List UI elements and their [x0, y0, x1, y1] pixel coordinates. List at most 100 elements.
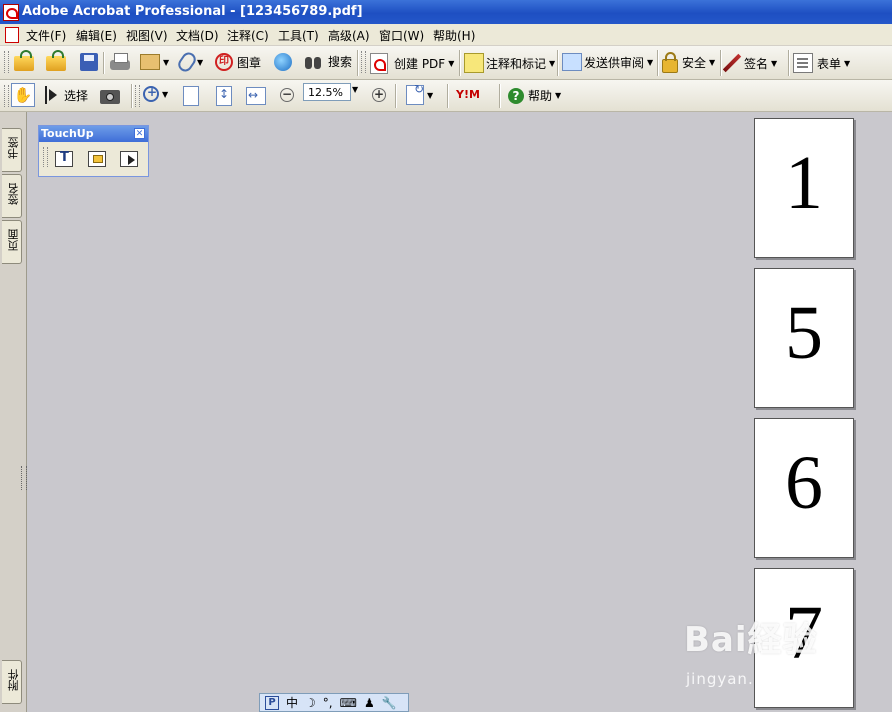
zoom-in-button[interactable]: + [372, 88, 386, 102]
toolbar-separator [131, 84, 133, 108]
comment-markup-button[interactable]: 注释和标记 ▼ [464, 53, 555, 73]
touchup-title[interactable]: TouchUp [39, 126, 148, 142]
toolbar-separator [657, 50, 659, 76]
toolbar-grip[interactable] [361, 51, 366, 73]
hand-icon: ✋ [11, 83, 35, 107]
page-thumbnail[interactable]: 5 [754, 268, 854, 408]
menu-help[interactable]: 帮助(H) [433, 27, 475, 44]
menu-file[interactable]: 文件(F) [26, 27, 66, 44]
acrobat-app-icon[interactable] [3, 4, 19, 21]
watermark-url: jingyan.baidu.com [686, 670, 842, 688]
fit-width-icon [246, 87, 266, 105]
zoom-dropdown-chevron-icon[interactable]: ▼ [352, 85, 358, 94]
open-button[interactable] [14, 50, 34, 71]
wrench-icon[interactable]: 🔧 [382, 696, 397, 710]
fit-page-button[interactable] [216, 86, 232, 106]
binoculars-icon [304, 54, 322, 70]
tab-signatures[interactable]: 签名 [2, 174, 22, 218]
toolbar-grip[interactable] [4, 85, 9, 107]
moon-icon[interactable]: ☽ [305, 696, 316, 710]
security-button[interactable]: 安全 ▼ [662, 52, 715, 73]
search-button[interactable]: 搜索 [304, 53, 352, 70]
zoom-level-input[interactable]: 12.5% [303, 83, 351, 101]
email-button[interactable]: ▼ [140, 54, 169, 70]
menu-edit[interactable]: 编辑(E) [76, 27, 117, 44]
comment-label: 注释和标记 [486, 56, 547, 71]
stamp-button[interactable]: 印图章 [215, 53, 261, 71]
toolbar-separator [447, 84, 449, 108]
toolbar-separator [459, 50, 461, 76]
chevron-down-icon: ▼ [647, 57, 654, 67]
paperclip-icon [175, 49, 199, 75]
ime-mode-icon[interactable]: P [265, 695, 279, 710]
menu-comments[interactable]: 注释(C) [227, 27, 269, 44]
forms-button[interactable]: 表单 ▼ [793, 53, 850, 73]
pdf-icon [370, 53, 388, 74]
web-button[interactable] [274, 53, 292, 71]
print-button[interactable] [110, 52, 130, 70]
ime-chinese-toggle[interactable]: 中 [286, 694, 298, 711]
page-thumbnail[interactable]: 1 [754, 118, 854, 258]
menu-document[interactable]: 文档(D) [176, 27, 219, 44]
stamp-label: 图章 [237, 55, 262, 70]
organizer-button[interactable] [46, 50, 66, 71]
chevron-down-icon: ▼ [844, 58, 851, 68]
tab-bookmarks-label: 书签 [7, 137, 20, 159]
security-label: 安全 [682, 56, 707, 70]
menu-window[interactable]: 窗口(W) [379, 27, 424, 44]
touchup-select-tool-icon[interactable] [119, 149, 139, 169]
toolbar-grip[interactable] [43, 147, 48, 167]
menu-advanced[interactable]: 高级(A) [328, 27, 370, 44]
toolbar-grip[interactable] [135, 85, 140, 107]
punctuation-icon[interactable]: °, [323, 696, 333, 710]
tab-signatures-label: 签名 [7, 183, 20, 205]
attach-button[interactable]: ▼ [175, 49, 203, 75]
touchup-text-tool-icon[interactable] [54, 149, 74, 169]
actual-size-button[interactable] [183, 86, 199, 106]
select-tool-button[interactable]: 选择 [44, 85, 88, 105]
chevron-down-icon: ▼ [163, 57, 170, 67]
page-thumbnail[interactable]: 6 [754, 418, 854, 558]
hand-tool-button[interactable]: ✋ [11, 83, 35, 107]
zoom-in-tool-button[interactable]: ▼ [143, 85, 168, 102]
organizer-icon [46, 50, 66, 71]
help-button[interactable]: ? 帮助 ▼ [508, 87, 561, 104]
toolbar-separator [357, 50, 359, 76]
rotate-view-button[interactable]: ▼ [406, 82, 433, 105]
menu-view[interactable]: 视图(V) [126, 27, 168, 44]
menu-tools[interactable]: 工具(T) [278, 27, 319, 44]
toolbar-grip[interactable] [4, 51, 9, 73]
yahoo-button[interactable]: Y!M [456, 88, 490, 102]
close-icon[interactable]: ✕ [134, 128, 145, 139]
watermark-logo: Bai経验 [684, 620, 818, 660]
touchup-object-tool-icon[interactable] [87, 149, 107, 169]
chevron-down-icon: ▼ [549, 58, 556, 68]
create-pdf-button[interactable]: 创建 PDF ▼ [370, 53, 454, 74]
sign-button[interactable]: 签名 ▼ [722, 52, 777, 74]
minus-circle-icon: − [280, 87, 294, 102]
search-label: 搜索 [328, 55, 353, 69]
document-icon[interactable] [5, 27, 19, 43]
keyboard-icon[interactable]: ⌨ [340, 696, 357, 710]
fit-width-button[interactable] [246, 87, 266, 105]
title-bar: Adobe Acrobat Professional - [123456789.… [0, 0, 892, 24]
send-review-button[interactable]: 发送供审阅 ▼ [562, 53, 653, 71]
tab-attachments[interactable]: 附件 [2, 660, 22, 704]
snapshot-button[interactable] [100, 86, 120, 104]
lock-icon [662, 52, 678, 73]
select-cursor-icon [44, 85, 58, 105]
create-pdf-label: 创建 PDF [394, 57, 446, 71]
save-button[interactable] [80, 53, 98, 71]
zoom-out-button[interactable]: − [280, 88, 294, 102]
zoom-in-icon [143, 85, 159, 102]
menu-bar: 文件(F) 编辑(E) 视图(V) 文档(D) 注释(C) 工具(T) 高级(A… [0, 24, 892, 46]
open-folder-icon [14, 50, 34, 71]
user-icon[interactable]: ♟ [364, 696, 375, 710]
page-number: 5 [785, 291, 823, 375]
tab-bookmarks[interactable]: 书签 [2, 128, 22, 172]
main-toolbar: ▼ ▼ 印图章 搜索 创建 PDF ▼ 注释和标记 ▼ 发送供审阅 ▼ 安全 ▼ 签名 ▼… [0, 46, 892, 80]
chevron-down-icon: ▼ [555, 91, 562, 100]
review-icon [562, 53, 582, 71]
tab-pages[interactable]: 页面 [2, 220, 22, 264]
ime-toolbar: P 中 ☽ °, ⌨ ♟ 🔧 [259, 693, 409, 712]
